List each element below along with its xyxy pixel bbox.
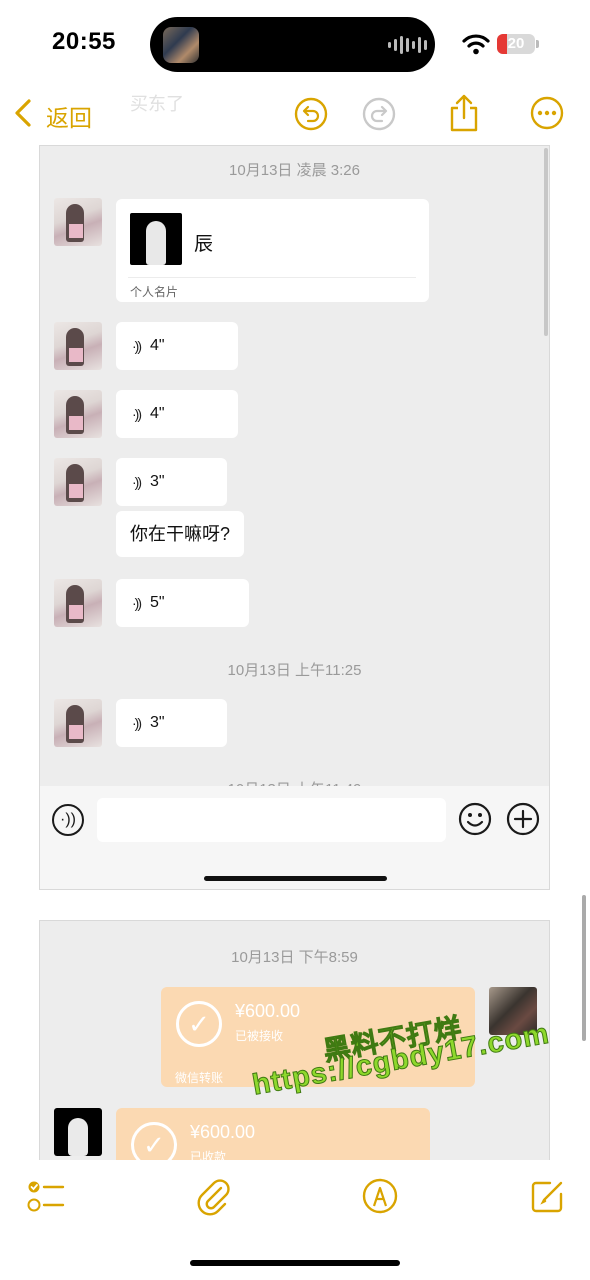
checklist-icon[interactable] <box>27 1178 65 1214</box>
contact-card-name: 辰 <box>194 234 214 255</box>
divider <box>128 277 416 278</box>
avatar <box>54 458 102 506</box>
transfer-amount: ¥600.00 <box>235 1001 301 1021</box>
add-icon[interactable] <box>506 802 540 836</box>
wifi-icon <box>462 34 490 55</box>
transfer-status: 已被接收 <box>235 1029 284 1043</box>
voice-message[interactable]: ·)) 4" <box>116 322 238 370</box>
message-timestamp: 10月13日 上午11:25 <box>227 662 362 679</box>
voice-duration: 4" <box>150 405 165 422</box>
text-message[interactable]: 你在干嘛呀? <box>116 511 245 557</box>
transfer-status: 已收款 <box>190 1150 227 1160</box>
transfer-label: 微信转账 <box>175 1071 224 1085</box>
voice-message[interactable]: ·)) 3" <box>116 699 227 747</box>
message-timestamp: 10月13日 下午8:59 <box>231 949 358 966</box>
avatar <box>54 579 102 627</box>
voice-duration: 3" <box>150 714 165 731</box>
undo-icon[interactable] <box>294 97 328 131</box>
avatar <box>54 390 102 438</box>
status-time: 20:55 <box>52 28 116 55</box>
more-options-icon[interactable] <box>530 96 564 130</box>
voice-message[interactable]: ·)) 3" <box>116 458 227 506</box>
battery-percent: 20 <box>507 35 525 52</box>
contact-card-avatar <box>130 213 182 265</box>
avatar <box>54 198 102 246</box>
avatar <box>54 699 102 747</box>
voice-duration: 3" <box>150 473 165 490</box>
redo-icon[interactable] <box>362 97 396 131</box>
message-timestamp: 10月13日 凌晨 3:26 <box>229 162 360 179</box>
voice-duration: 5" <box>150 594 165 611</box>
markup-pen-icon[interactable] <box>362 1178 398 1214</box>
avatar <box>54 1108 102 1156</box>
voice-wave-icon: ·)) <box>132 406 142 422</box>
attachment-icon[interactable] <box>197 1176 231 1216</box>
voice-message[interactable]: ·)) 5" <box>116 579 249 627</box>
back-button[interactable]: 返回 <box>46 99 92 133</box>
voice-duration: 4" <box>150 337 165 354</box>
faded-title: 买东了 <box>130 94 184 114</box>
home-indicator <box>190 1260 400 1266</box>
voice-message[interactable]: ·)) 4" <box>116 390 238 438</box>
back-chevron-icon[interactable] <box>12 98 34 128</box>
contact-card-message[interactable]: 辰 个人名片 <box>116 199 429 302</box>
voice-wave-icon: ·)) <box>132 595 142 611</box>
voice-wave-icon: ·)) <box>132 338 142 354</box>
now-playing-artwork <box>163 27 199 63</box>
voice-wave-icon: ·)) <box>132 474 142 490</box>
avatar <box>54 322 102 370</box>
scrollbar[interactable] <box>582 895 586 1041</box>
transfer-message[interactable]: ✓ ¥600.00 已收款 <box>116 1108 430 1160</box>
chat-input-bar: ·)) <box>40 786 549 889</box>
message-input[interactable] <box>97 798 446 842</box>
battery-nub <box>536 40 539 48</box>
compose-icon[interactable] <box>530 1178 566 1214</box>
contact-card-label: 个人名片 <box>130 285 179 299</box>
transfer-check-icon: ✓ <box>176 1001 222 1047</box>
share-icon[interactable] <box>448 93 480 133</box>
chat-screenshot-1: 10月13日 凌晨 3:26 辰 个人名片 ·)) 4" ·)) 4" ·)) … <box>39 145 550 890</box>
voice-wave-icon: ·)) <box>132 715 142 731</box>
voice-input-icon[interactable]: ·)) <box>52 804 84 836</box>
transfer-amount: ¥600.00 <box>190 1122 256 1142</box>
audio-waveform-icon <box>388 35 427 55</box>
transfer-check-icon: ✓ <box>131 1122 177 1160</box>
home-indicator <box>204 876 387 881</box>
scrollbar[interactable] <box>544 148 548 336</box>
emoji-icon[interactable] <box>458 802 492 836</box>
